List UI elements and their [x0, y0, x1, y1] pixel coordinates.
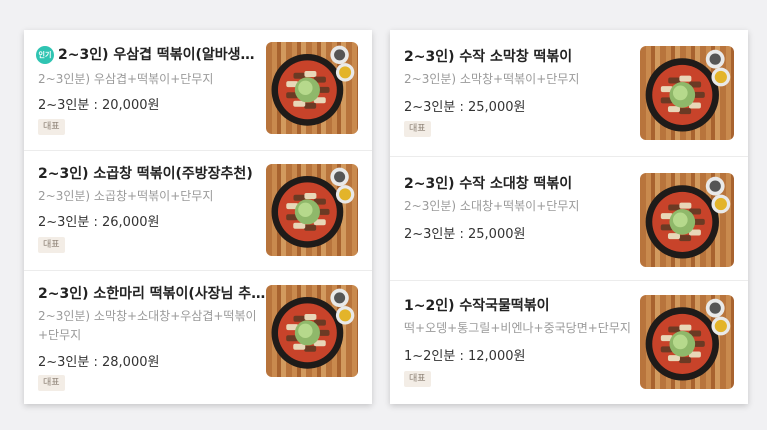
menu-item-title: 2~3인) 소곱창 떡볶이(주방장추천) [38, 166, 253, 182]
menu-item[interactable]: 2~3인) 수작 소막창 떡볶이 2~3인분) 소막창+떡볶이+단무지 2~3인… [390, 30, 748, 156]
signature-tag: 대표 [38, 237, 65, 253]
menu-item-title: 2~3인) 수작 소대창 떡볶이 [404, 176, 573, 192]
tteokbokki-pan-photo [271, 167, 355, 248]
menu-item-thumbnail [640, 295, 734, 389]
menu-item-title: 2~3인) 소한마리 떡볶이(사장님 추… [38, 286, 266, 302]
menu-item-desc: 2~3인분) 소막창+소대창+우삼겹+떡볶이 [38, 309, 257, 323]
menu-item-price: 2~3인분 : 20,000원 [38, 98, 160, 113]
signature-tag: 대표 [38, 375, 65, 391]
menu-panel-right: 2~3인) 수작 소막창 떡볶이 2~3인분) 소막창+떡볶이+단무지 2~3인… [390, 30, 748, 404]
hot-badge: 인기 [36, 46, 54, 64]
tteokbokki-pan-photo [645, 298, 731, 381]
menu-item[interactable]: 인기 2~3인) 우삼겹 떡볶이(알바생… 2~3인분) 우삼겹+떡볶이+단무지 … [24, 30, 372, 150]
tteokbokki-pan-photo [271, 45, 355, 126]
tteokbokki-pan-photo [271, 288, 355, 369]
menu-item-price: 2~3인분 : 26,000원 [38, 215, 160, 230]
menu-item-price: 2~3인분 : 28,000원 [38, 355, 160, 370]
menu-panel-left: 인기 2~3인) 우삼겹 떡볶이(알바생… 2~3인분) 우삼겹+떡볶이+단무지 … [24, 30, 372, 404]
menu-item-desc: 떡+오뎅+통그릴+비엔나+중국당면+단무지 [404, 321, 631, 335]
menu-item-desc: 2~3인분) 소곱창+떡볶이+단무지 [38, 189, 214, 203]
tteokbokki-pan-photo [645, 49, 731, 132]
menu-item-price: 1~2인분 : 12,000원 [404, 349, 526, 364]
signature-tag: 대표 [404, 371, 431, 387]
menu-item-thumbnail [640, 46, 734, 140]
menu-item-price: 2~3인분 : 25,000원 [404, 100, 526, 115]
signature-tag: 대표 [38, 119, 65, 135]
menu-item[interactable]: 1~2인) 수작국물떡볶이 떡+오뎅+통그릴+비엔나+중국당면+단무지 1~2인… [390, 280, 748, 404]
menu-item-title: 인기 2~3인) 우삼겹 떡볶이(알바생… [36, 44, 272, 64]
menu-item-desc: 2~3인분) 우삼겹+떡볶이+단무지 [38, 72, 214, 86]
menu-item-thumbnail [266, 285, 358, 377]
menu-item[interactable]: 2~3인) 소곱창 떡볶이(주방장추천) 2~3인분) 소곱창+떡볶이+단무지 … [24, 150, 372, 270]
menu-item[interactable]: 2~3인) 수작 소대창 떡볶이 2~3인분) 소대창+떡볶이+단무지 2~3인… [390, 156, 748, 280]
menu-item-desc: 2~3인분) 소막창+떡볶이+단무지 [404, 72, 580, 86]
menu-item-thumbnail [266, 42, 358, 134]
tteokbokki-pan-photo [645, 176, 731, 259]
menu-item[interactable]: 2~3인) 소한마리 떡볶이(사장님 추… 2~3인분) 소막창+소대창+우삼겹… [24, 270, 372, 404]
menu-item-price: 2~3인분 : 25,000원 [404, 227, 526, 242]
menu-item-thumbnail [266, 164, 358, 256]
menu-item-thumbnail [640, 173, 734, 267]
menu-item-title: 2~3인) 수작 소막창 떡볶이 [404, 49, 573, 65]
menu-item-desc: 2~3인분) 소대창+떡볶이+단무지 [404, 199, 580, 213]
signature-tag: 대표 [404, 121, 431, 137]
menu-item-title: 1~2인) 수작국물떡볶이 [404, 298, 550, 314]
menu-item-desc: +단무지 [38, 328, 82, 342]
